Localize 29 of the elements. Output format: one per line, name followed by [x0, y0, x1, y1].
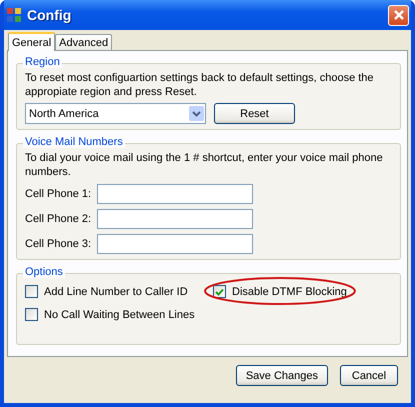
dialog-button[interactable]: Save Changes — [236, 365, 328, 386]
field-label: Cell Phone 3: — [25, 238, 92, 250]
phone-input-field[interactable] — [97, 184, 253, 204]
reset-button[interactable]: Reset — [214, 103, 295, 124]
group-title: Voice Mail Numbers — [23, 136, 125, 148]
field-label: Cell Phone 2: — [25, 213, 92, 225]
close-icon — [392, 9, 404, 21]
option-label: Add Line Number to Caller ID — [44, 286, 188, 298]
checkbox[interactable] — [213, 285, 226, 298]
checkbox[interactable] — [25, 308, 38, 321]
check-icon — [215, 288, 224, 296]
window-title: Config — [27, 7, 72, 23]
checkbox[interactable] — [25, 285, 38, 298]
description-text: To reset most configuartion settings back to default settings, choose the appropiate region and press Reset. — [25, 71, 375, 99]
region-dropdown[interactable]: North America — [25, 103, 206, 124]
dialog-button[interactable]: Cancel — [340, 365, 398, 386]
close-button[interactable] — [388, 4, 409, 26]
group-title: Region — [23, 56, 62, 68]
app-icon — [6, 7, 22, 23]
tab[interactable]: General — [8, 32, 56, 51]
option-label: Disable DTMF Blocking — [232, 286, 347, 298]
phone-input-field[interactable] — [97, 234, 253, 254]
description-text: To dial your voice mail using the 1 # shortcut, enter your voice mail phone numbers. — [25, 151, 384, 179]
chevron-down-icon — [192, 110, 201, 116]
option-label: No Call Waiting Between Lines — [44, 308, 195, 320]
field-label: Cell Phone 1: — [25, 188, 92, 200]
group-title: Options — [23, 266, 65, 278]
phone-input-field[interactable] — [97, 209, 253, 229]
tab[interactable]: Advanced — [55, 34, 112, 50]
